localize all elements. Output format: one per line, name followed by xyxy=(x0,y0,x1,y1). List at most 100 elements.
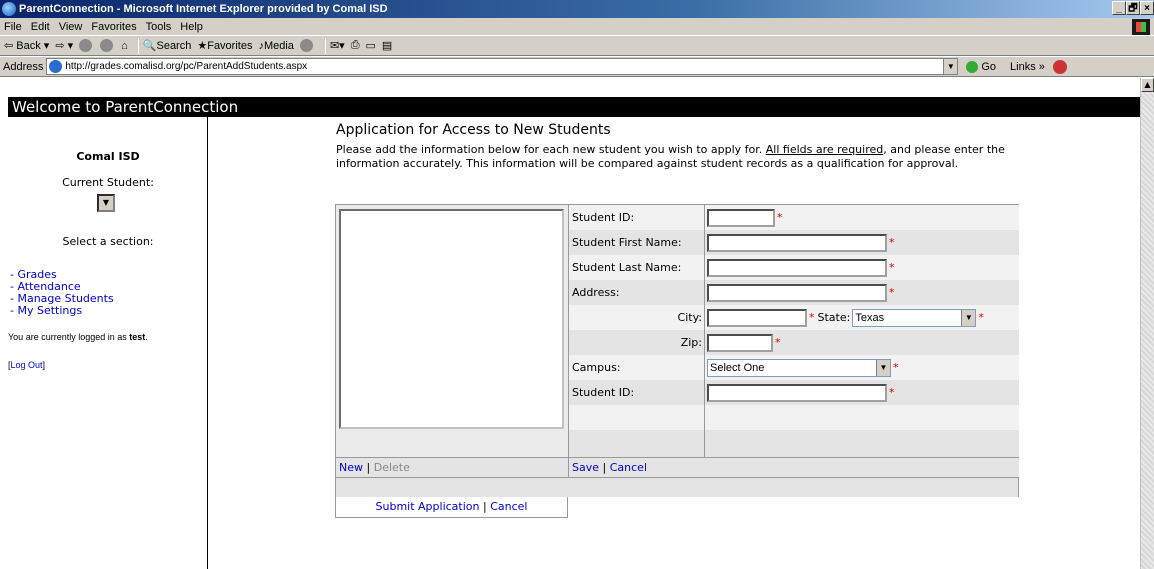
history-icon xyxy=(299,39,313,52)
menu-help[interactable]: Help xyxy=(180,21,203,33)
edit-button[interactable]: ▭ xyxy=(366,39,376,52)
refresh-button[interactable] xyxy=(100,39,115,52)
student-id-2-label: Student ID: xyxy=(569,380,705,405)
intro-text: Please add the information below for eac… xyxy=(336,143,1005,170)
student-form: Student ID: * Student First Name: * Stud… xyxy=(335,204,1019,497)
page-icon xyxy=(49,60,63,73)
last-name-label: Student Last Name: xyxy=(569,255,705,280)
address-label: Address xyxy=(3,60,44,73)
menu-view[interactable]: View xyxy=(59,21,83,33)
required-mark: * xyxy=(889,386,895,399)
row-empty-1 xyxy=(569,405,1019,430)
campus-select[interactable]: Select One ▼ xyxy=(707,358,891,377)
go-button[interactable]: Go xyxy=(966,60,996,73)
back-button[interactable]: ⇦ Back ▾ xyxy=(4,39,49,53)
form-actions: Save | Cancel xyxy=(569,457,1019,477)
first-name-input[interactable] xyxy=(707,233,887,252)
toolbar-separator xyxy=(137,37,139,54)
delete-link: Delete xyxy=(373,461,410,474)
logout-link[interactable]: Log Out xyxy=(11,360,43,370)
minimize-button[interactable]: _ xyxy=(1112,1,1126,15)
home-icon: ⌂ xyxy=(121,39,128,52)
vertical-scrollbar[interactable]: ▲ xyxy=(1140,78,1154,569)
new-link[interactable]: New xyxy=(339,461,363,474)
discuss-button[interactable]: ▤ xyxy=(382,39,392,52)
state-select[interactable]: Texas ▼ xyxy=(852,308,977,327)
current-student-select[interactable]: ▼ xyxy=(97,194,115,212)
list-actions: New | Delete xyxy=(336,457,569,477)
required-mark: * xyxy=(809,311,815,324)
chevron-down-icon: ▼ xyxy=(961,309,976,326)
maximize-button[interactable]: 🗗 xyxy=(1126,1,1140,15)
mail-icon: ✉ xyxy=(329,40,340,52)
refresh-icon xyxy=(100,39,114,52)
links-button[interactable]: Links » xyxy=(1010,61,1045,73)
chevron-down-icon: ▼ xyxy=(102,198,110,207)
address-url: http://grades.comalisd.org/pc/ParentAddS… xyxy=(65,61,308,72)
forward-button[interactable]: ⇨ ▾ xyxy=(55,39,73,52)
fields-pane: Student ID: * Student First Name: * Stud… xyxy=(569,205,1019,457)
page-content: Welcome to ParentConnection Comal ISD Cu… xyxy=(0,78,1140,569)
cancel-link[interactable]: Cancel xyxy=(610,461,647,474)
toolbar-separator xyxy=(324,37,326,54)
mail-button[interactable]: ✉ ▾ xyxy=(330,39,345,52)
stop-icon xyxy=(79,39,93,52)
last-name-input[interactable] xyxy=(707,258,887,277)
save-link[interactable]: Save xyxy=(572,461,599,474)
address-field-input[interactable] xyxy=(707,283,887,302)
required-mark: * xyxy=(775,336,781,349)
submit-bar: Submit Application | Cancel xyxy=(335,497,568,518)
stop-button[interactable] xyxy=(79,39,94,52)
row-city-state: City: * State: Texas ▼ * xyxy=(569,305,1019,330)
row-student-id: Student ID: * xyxy=(569,205,1019,230)
student-id-label: Student ID: xyxy=(569,205,705,230)
scroll-up-icon[interactable]: ▲ xyxy=(1141,78,1154,92)
city-input[interactable] xyxy=(707,308,807,327)
home-button[interactable]: ⌂ xyxy=(121,40,128,52)
print-icon: ⎙ xyxy=(350,39,360,51)
extension-icon[interactable] xyxy=(1052,59,1067,74)
back-arrow-icon: ⇦ xyxy=(4,40,14,52)
nav-my-settings[interactable]: - My Settings xyxy=(10,305,114,317)
window-title: ParentConnection - Microsoft Internet Ex… xyxy=(19,3,388,15)
menu-file[interactable]: File xyxy=(4,21,22,33)
windows-logo-icon xyxy=(1132,19,1150,35)
campus-label: Campus: xyxy=(569,355,705,380)
row-campus: Campus: Select One ▼ * xyxy=(569,355,1019,380)
menu-favorites[interactable]: Favorites xyxy=(91,21,136,33)
required-mark: * xyxy=(777,211,783,224)
menu-tools[interactable]: Tools xyxy=(146,21,172,33)
required-mark: * xyxy=(889,286,895,299)
row-first-name: Student First Name: * xyxy=(569,230,1019,255)
section-nav: - Grades - Attendance - Manage Students … xyxy=(10,269,114,317)
student-id-input[interactable] xyxy=(707,208,775,227)
print-button[interactable]: ⎙ xyxy=(351,39,360,52)
submit-application-link[interactable]: Submit Application xyxy=(376,500,480,513)
required-mark: * xyxy=(889,236,895,249)
required-mark: * xyxy=(889,261,895,274)
logged-in-user: test xyxy=(129,332,146,342)
close-button[interactable]: × xyxy=(1140,1,1154,15)
favorites-button[interactable]: ★ Favorites xyxy=(197,39,252,53)
history-button[interactable] xyxy=(299,39,315,52)
menu-edit[interactable]: Edit xyxy=(31,21,50,33)
address-dropdown-icon[interactable]: ▼ xyxy=(943,59,958,74)
search-icon: 🔍 xyxy=(142,40,157,52)
student-id-2-input[interactable] xyxy=(707,383,887,402)
address-input[interactable]: http://grades.comalisd.org/pc/ParentAddS… xyxy=(46,58,959,75)
submit-cancel-link[interactable]: Cancel xyxy=(490,500,527,513)
row-last-name: Student Last Name: * xyxy=(569,255,1019,280)
row-zip: Zip: * xyxy=(569,330,1019,355)
main-area: Application for Access to New Students P… xyxy=(208,117,1140,569)
zip-input[interactable] xyxy=(707,333,773,352)
page-title: Application for Access to New Students xyxy=(336,122,611,138)
edit-icon: ▭ xyxy=(365,40,376,52)
logged-in-status: You are currently logged in as test. xyxy=(8,332,148,342)
required-note: All fields are required xyxy=(765,143,884,156)
search-button[interactable]: 🔍 Search xyxy=(142,39,192,53)
menu-bar: File Edit View Favorites Tools Help xyxy=(0,18,1154,36)
go-arrow-icon xyxy=(966,60,979,73)
empty-label xyxy=(569,430,705,457)
student-list[interactable] xyxy=(339,209,564,429)
media-button[interactable]: ♪ Media xyxy=(258,40,293,52)
